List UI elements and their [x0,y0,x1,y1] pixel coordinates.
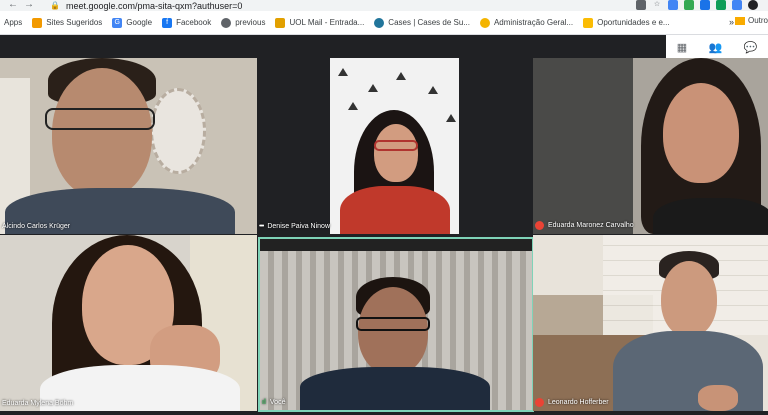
triangle-decor [396,72,406,80]
participant-tile[interactable]: Eduarda Maronez Carvalho [533,58,768,234]
participant-name-label: ıl Você [262,399,286,406]
participant-face [52,68,152,198]
bookmark-label: Outro [747,16,768,25]
participant-shirt [613,331,763,411]
bookmark-label: Google [126,18,153,27]
participant-name-label: Eduarda Mylena Böhm [2,400,74,407]
grid-icon[interactable]: ▦ [677,41,687,54]
participant-name-label: Leonardo Hofferber [535,398,609,407]
triangle-decor [338,68,348,76]
bookmark-label: Apps [4,18,23,27]
meet-toolbar: ▦ 👥 💬 [666,35,768,59]
other-bookmarks[interactable]: Outro [734,16,768,25]
extension-icon[interactable] [700,0,710,10]
bookmark-label: Cases | Cases de Su... [388,18,470,27]
participant-hand [698,385,738,411]
bookmark-item[interactable]: G Google [112,17,153,28]
bookmark-label: Administração Geral... [493,18,574,27]
participant-tile[interactable]: Leonardo Hofferber [533,235,768,411]
mic-off-icon [535,398,544,407]
bookmark-item[interactable]: Administração Geral... [479,17,574,28]
participant-shirt [300,367,490,410]
trophy-icon [583,17,594,28]
bookmarks-bar: Apps Sites Sugeridos G Google f Facebook p… [0,11,768,35]
self-participant-tile[interactable]: ıl Você [258,237,534,412]
google-icon: G [112,17,123,28]
speaking-dots-icon: ••• [259,223,264,230]
bookmark-label: Facebook [176,18,212,27]
participant-shirt [340,186,450,234]
participant-tile[interactable]: Alcindo Carlos Krüger [0,58,257,234]
bookmark-item[interactable]: Cases | Cases de Su... [374,17,470,28]
video-frame [330,58,459,234]
bookmark-item[interactable]: f Facebook [162,17,212,28]
participant-name-label: ••• Denise Paiva Ninow [259,223,331,230]
wordpress-icon [374,17,385,28]
bookmarks-overflow[interactable]: » [729,17,734,27]
participant-face [358,287,428,375]
extension-icon[interactable] [716,0,726,10]
triangle-decor [446,114,456,122]
extension-icon[interactable] [732,0,742,10]
bookmark-label: Sites Sugeridos [46,18,103,27]
bookmark-label: previous [235,18,266,27]
back-icon[interactable]: ← [8,0,18,10]
camera-icon[interactable] [636,0,646,10]
bookmark-item[interactable]: Sites Sugeridos [32,17,103,28]
triangle-decor [348,102,358,110]
participant-tile[interactable]: Eduarda Mylena Böhm [0,235,257,411]
mic-off-icon [535,221,544,230]
participant-tile[interactable]: ••• Denise Paiva Ninow [257,58,533,234]
participant-face [661,261,717,337]
participant-shirt [653,198,768,234]
bookmark-label: Oportunidades e e... [597,18,670,27]
profile-icon[interactable] [748,0,758,10]
bookmark-item[interactable]: UOL Mail - Entrada... [275,17,365,28]
extension-icon[interactable] [668,0,678,10]
emoji-icon [479,17,490,28]
audio-level-icon: ıl [262,399,266,406]
folder-icon [734,16,745,25]
bookmark-item[interactable]: Oportunidades e e... [583,17,670,28]
bookmark-item[interactable]: Apps [4,18,22,27]
lock-icon[interactable]: 🔒 [50,1,60,10]
participant-name-label: Alcindo Carlos Krüger [2,223,71,230]
star-icon[interactable]: ☆ [652,0,662,10]
browser-address-bar: ← → 🔒 meet.google.com/pma-sita-qxm?authu… [0,0,768,11]
participant-face [663,83,739,183]
extension-icon[interactable] [684,0,694,10]
video-background [150,88,206,174]
chat-icon[interactable]: 💬 [744,41,758,54]
people-icon[interactable]: 👥 [708,41,722,54]
triangle-decor [428,86,438,94]
extensions-bar: ☆ [636,0,758,10]
glasses [374,140,418,151]
bookmark-icon [32,17,43,28]
uol-icon [275,17,286,28]
participant-face [374,124,418,182]
bookmark-label: UOL Mail - Entrada... [289,18,365,27]
participant-name-label: Eduarda Maronez Carvalho [535,221,634,230]
facebook-icon: f [162,17,173,28]
url-text[interactable]: meet.google.com/pma-sita-qxm?authuser=0 [66,1,242,11]
glasses [45,108,155,130]
triangle-decor [368,84,378,92]
glasses [356,317,430,331]
forward-icon[interactable]: → [24,0,34,10]
globe-icon [221,17,232,28]
bookmark-item[interactable]: previous [221,17,266,28]
video-background [260,239,532,251]
